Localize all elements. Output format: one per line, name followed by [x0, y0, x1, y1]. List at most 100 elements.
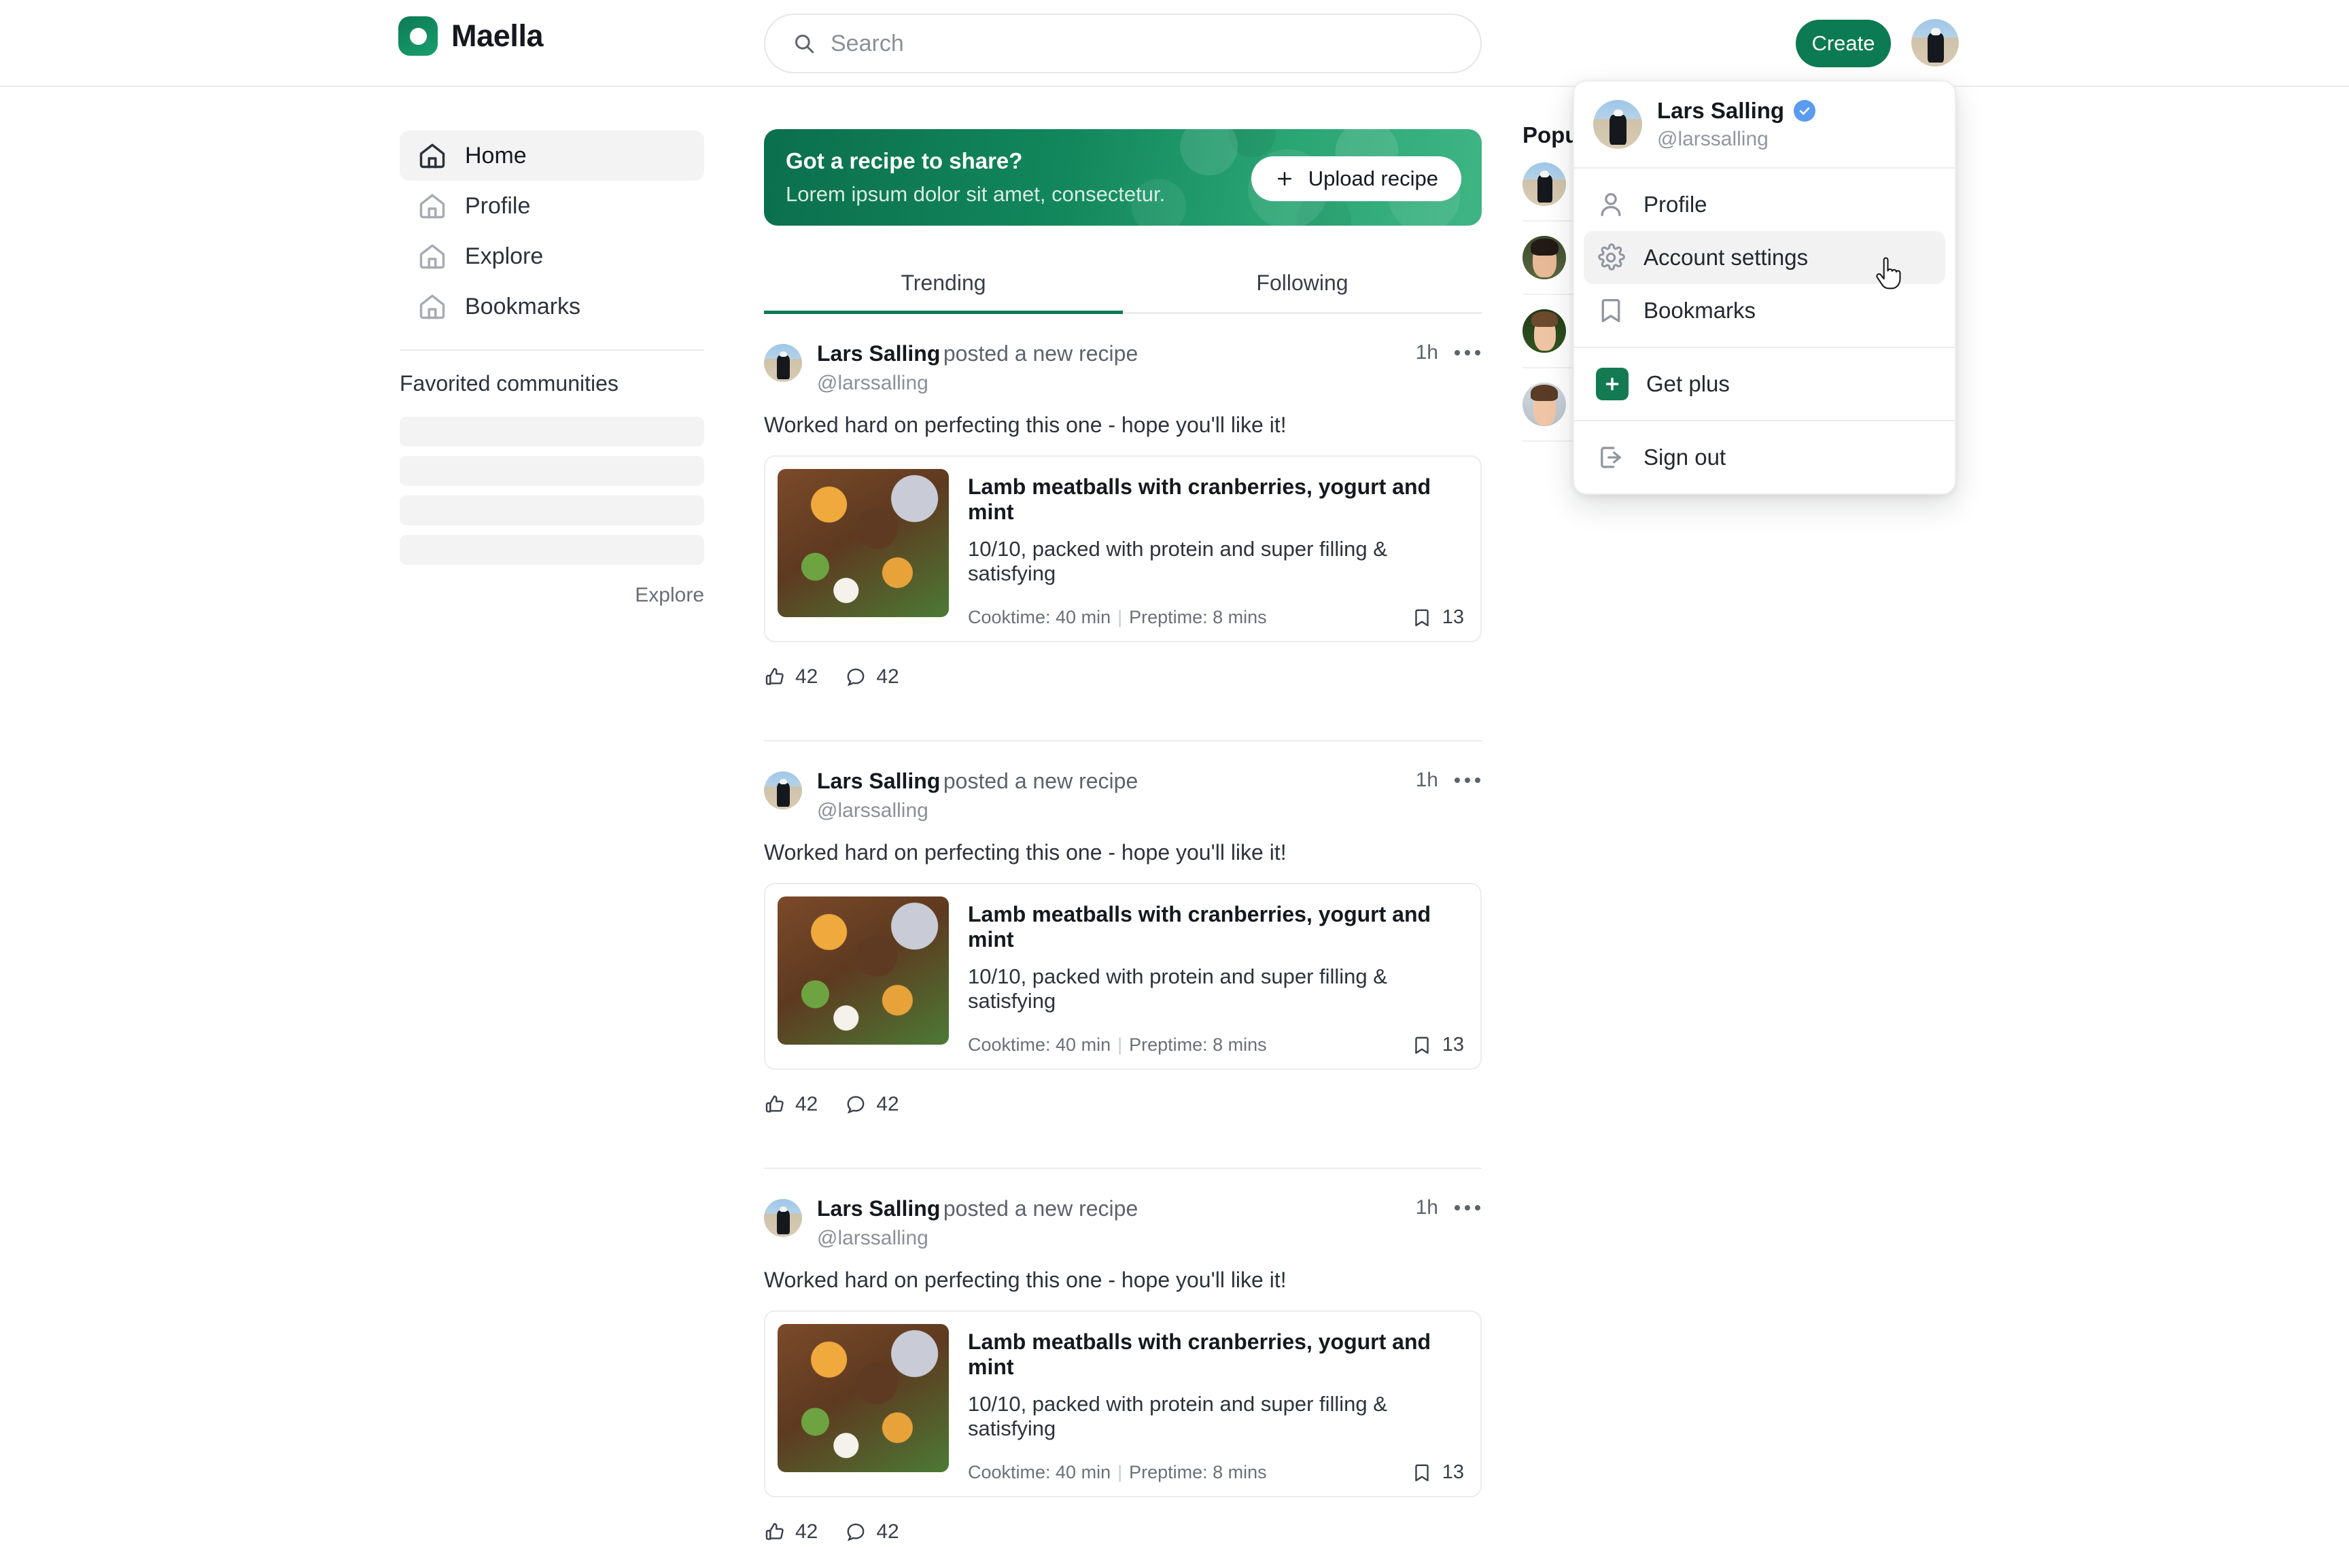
create-button[interactable]: Create — [1796, 20, 1891, 67]
tab-following[interactable]: Following — [1123, 271, 1482, 312]
menu-item-label: Account settings — [1643, 245, 1809, 270]
sidebar-item-home[interactable]: Home — [400, 130, 704, 181]
promo-title: Got a recipe to share? — [786, 148, 1023, 173]
home-icon — [419, 294, 445, 319]
comment-button[interactable]: 42 — [845, 1520, 899, 1544]
plus-square-icon — [1596, 368, 1629, 400]
post-handle: @larssalling — [817, 799, 928, 822]
comment-button[interactable]: 42 — [845, 665, 899, 689]
recipe-title: Lamb meatballs with cranberries, yogurt … — [968, 1329, 1431, 1379]
brand[interactable]: Maella — [398, 16, 544, 56]
sign-out-icon — [1601, 447, 1621, 468]
sidebar-item-bookmarks[interactable]: Bookmarks — [400, 281, 704, 332]
recipe-title: Lamb meatballs with cranberries, yogurt … — [968, 474, 1431, 524]
post-meta: 1h — [1416, 769, 1482, 792]
thumbs-up-icon — [765, 1522, 784, 1540]
like-button[interactable]: 42 — [764, 665, 818, 689]
post-text: Worked hard on perfecting this one - hop… — [764, 840, 1287, 865]
post-actions: 42 42 — [764, 665, 1482, 713]
post-handle: @larssalling — [817, 1227, 928, 1249]
avatar — [1522, 162, 1566, 206]
like-button[interactable]: 42 — [764, 1520, 818, 1544]
like-count: 42 — [795, 665, 818, 688]
menu-item-profile[interactable]: Profile — [1584, 178, 1945, 231]
left-sidebar: Home Profile Explore Bookmarks Favorited… — [400, 130, 704, 607]
post-timestamp: 1h — [1415, 341, 1438, 364]
tab-trending[interactable]: Trending — [764, 271, 1123, 314]
post-author[interactable]: Lars Salling — [817, 769, 940, 793]
more-options-icon[interactable] — [1453, 345, 1482, 361]
community-placeholder — [400, 417, 704, 447]
post-header: Lars Salling posted a new recipe @larssa… — [764, 1196, 1482, 1250]
comment-button[interactable]: 42 — [845, 1093, 899, 1116]
post-meta: 1h — [1416, 341, 1482, 364]
comment-count: 42 — [876, 1093, 899, 1115]
sidebar-item-label: Profile — [465, 192, 531, 219]
search-input[interactable]: Search — [764, 14, 1482, 73]
post-actions: 42 42 — [764, 1093, 1482, 1140]
menu-item-sign-out[interactable]: Sign out — [1584, 431, 1945, 484]
bookmark-count: 13 — [1442, 1034, 1464, 1056]
post-meta: 1h — [1416, 1196, 1482, 1219]
avatar[interactable] — [764, 1199, 802, 1237]
comment-icon — [847, 1096, 865, 1114]
menu-item-account-settings[interactable]: Account settings — [1584, 231, 1945, 284]
avatar — [1593, 100, 1642, 149]
recipe-card[interactable]: Lamb meatballs with cranberries, yogurt … — [764, 1310, 1482, 1497]
comment-count: 42 — [876, 1520, 899, 1543]
account-dropdown-menu: Lars Salling @larssalling Profile Accoun… — [1573, 80, 1956, 495]
post-timestamp: 1h — [1415, 1196, 1438, 1219]
recipe-card[interactable]: Lamb meatballs with cranberries, yogurt … — [764, 455, 1482, 642]
more-options-icon[interactable] — [1453, 1200, 1482, 1216]
avatar[interactable] — [764, 344, 802, 382]
promo-text: Got a recipe to share? Lorem ipsum dolor… — [786, 148, 1165, 207]
post-timestamp: 1h — [1415, 769, 1438, 791]
menu-item-bookmarks[interactable]: Bookmarks — [1584, 284, 1945, 337]
upload-recipe-button[interactable]: Upload recipe — [1251, 156, 1461, 201]
bookmark-icon — [1415, 1464, 1429, 1481]
recipe-title: Lamb meatballs with cranberries, yogurt … — [968, 902, 1431, 952]
sidebar-item-profile[interactable]: Profile — [400, 181, 704, 231]
avatar[interactable] — [1911, 19, 1959, 67]
post-author[interactable]: Lars Salling — [817, 1196, 940, 1221]
brand-name: Maella — [451, 18, 544, 53]
recipe-subtitle: 10/10, packed with protein and super fil… — [968, 964, 1387, 1013]
menu-item-get-plus[interactable]: Get plus — [1584, 358, 1945, 411]
comment-icon — [847, 1523, 865, 1541]
menu-item-label: Get plus — [1646, 371, 1730, 396]
menu-user-header[interactable]: Lars Salling @larssalling — [1574, 82, 1955, 167]
post-action: posted a new recipe — [943, 341, 1138, 366]
promo-banner: Got a recipe to share? Lorem ipsum dolor… — [764, 129, 1482, 226]
menu-user-handle: @larssalling — [1657, 128, 1769, 150]
more-options-icon[interactable] — [1453, 772, 1482, 788]
comment-icon — [847, 668, 865, 686]
bookmark-button[interactable]: 13 — [1411, 606, 1464, 629]
post-action: posted a new recipe — [943, 769, 1138, 793]
avatar[interactable] — [764, 771, 802, 809]
post-text: Worked hard on perfecting this one - hop… — [764, 1268, 1287, 1292]
bookmark-button[interactable]: 13 — [1411, 1034, 1464, 1056]
like-button[interactable]: 42 — [764, 1093, 818, 1116]
recipe-subtitle: 10/10, packed with protein and super fil… — [968, 1392, 1387, 1440]
sidebar-item-explore[interactable]: Explore — [400, 231, 704, 281]
explore-link[interactable]: Explore — [400, 565, 704, 607]
recipe-times: Cooktime: 40 min | Preptime: 8 mins — [968, 607, 1267, 627]
post-text: Worked hard on perfecting this one - hop… — [764, 413, 1287, 437]
sidebar-item-label: Home — [465, 142, 527, 169]
recipe-card[interactable]: Lamb meatballs with cranberries, yogurt … — [764, 883, 1482, 1070]
gear-icon — [1598, 243, 1625, 271]
avatar — [1522, 383, 1566, 426]
home-icon — [419, 143, 445, 169]
circle-logo-icon — [398, 16, 438, 56]
bookmark-button[interactable]: 13 — [1411, 1461, 1464, 1484]
app-header: Maella Search Create — [0, 0, 2349, 87]
post-header: Lars Salling posted a new recipe @larssa… — [764, 341, 1482, 395]
post-author[interactable]: Lars Salling — [817, 341, 940, 366]
post-actions: 42 42 — [764, 1520, 1482, 1568]
like-count: 42 — [795, 1093, 818, 1115]
bookmark-count: 13 — [1442, 606, 1464, 628]
home-icon — [419, 244, 445, 269]
recipe-times: Cooktime: 40 min | Preptime: 8 mins — [968, 1034, 1267, 1055]
thumbs-up-icon — [765, 667, 784, 685]
search-icon — [795, 35, 814, 54]
